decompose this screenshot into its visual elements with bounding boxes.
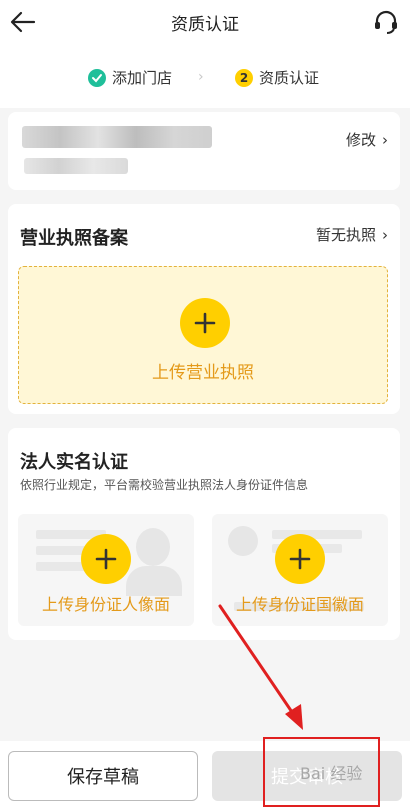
no-license-label: 暂无执照	[315, 226, 376, 244]
chevron-right-icon: ›	[382, 130, 388, 149]
business-license-card: 营业执照备案 暂无执照 › 上传营业执照	[8, 204, 400, 414]
page-title: 资质认证	[171, 15, 239, 35]
upload-id-back-label: 上传身份证国徽面	[235, 595, 364, 614]
plus-icon	[81, 534, 131, 584]
emblem-placeholder	[228, 526, 258, 556]
upload-id-back[interactable]: 上传身份证国徽面	[212, 514, 388, 626]
plus-icon	[180, 298, 230, 348]
upload-id-front-label: 上传身份证人像面	[41, 595, 170, 614]
headset-icon[interactable]	[372, 8, 400, 36]
upload-license-area[interactable]: 上传营业执照	[18, 266, 388, 404]
plus-icon	[275, 534, 325, 584]
step-label: 资质认证	[259, 69, 320, 87]
step-label: 添加门店	[112, 69, 173, 87]
edit-label: 修改	[345, 131, 376, 149]
section-title: 营业执照备案	[20, 228, 128, 249]
upload-license-label: 上传营业执照	[152, 363, 254, 383]
portrait-placeholder	[136, 528, 170, 566]
upload-id-front[interactable]: 上传身份证人像面	[18, 514, 194, 626]
step-add-store: 添加门店	[88, 67, 172, 88]
save-draft-button[interactable]: 保存草稿	[8, 751, 198, 801]
store-info-card: 修改 ›	[8, 112, 400, 190]
chevron-right-icon: ›	[198, 69, 204, 85]
section-title: 法人实名认证	[20, 452, 128, 473]
no-license-link[interactable]: 暂无执照 ›	[316, 224, 388, 245]
step-qualification: 2 资质认证	[235, 67, 319, 88]
blurred-store-address	[24, 158, 128, 174]
edit-store-link[interactable]: 修改 ›	[346, 129, 388, 150]
step-number: 2	[235, 68, 253, 87]
legal-person-card: 法人实名认证 依照行业规定，平台需校验营业执照法人身份证件信息 上传身份证人像面…	[8, 428, 400, 640]
legal-description: 依照行业规定，平台需校验营业执照法人身份证件信息	[20, 478, 309, 492]
top-bar: 资质认证	[0, 0, 410, 44]
watermark: Bai 经验	[300, 764, 363, 783]
chevron-right-icon: ›	[382, 225, 388, 244]
blurred-store-name	[22, 126, 212, 148]
progress-steps: 添加门店 › 2 资质认证	[0, 44, 410, 108]
check-icon	[88, 68, 106, 87]
